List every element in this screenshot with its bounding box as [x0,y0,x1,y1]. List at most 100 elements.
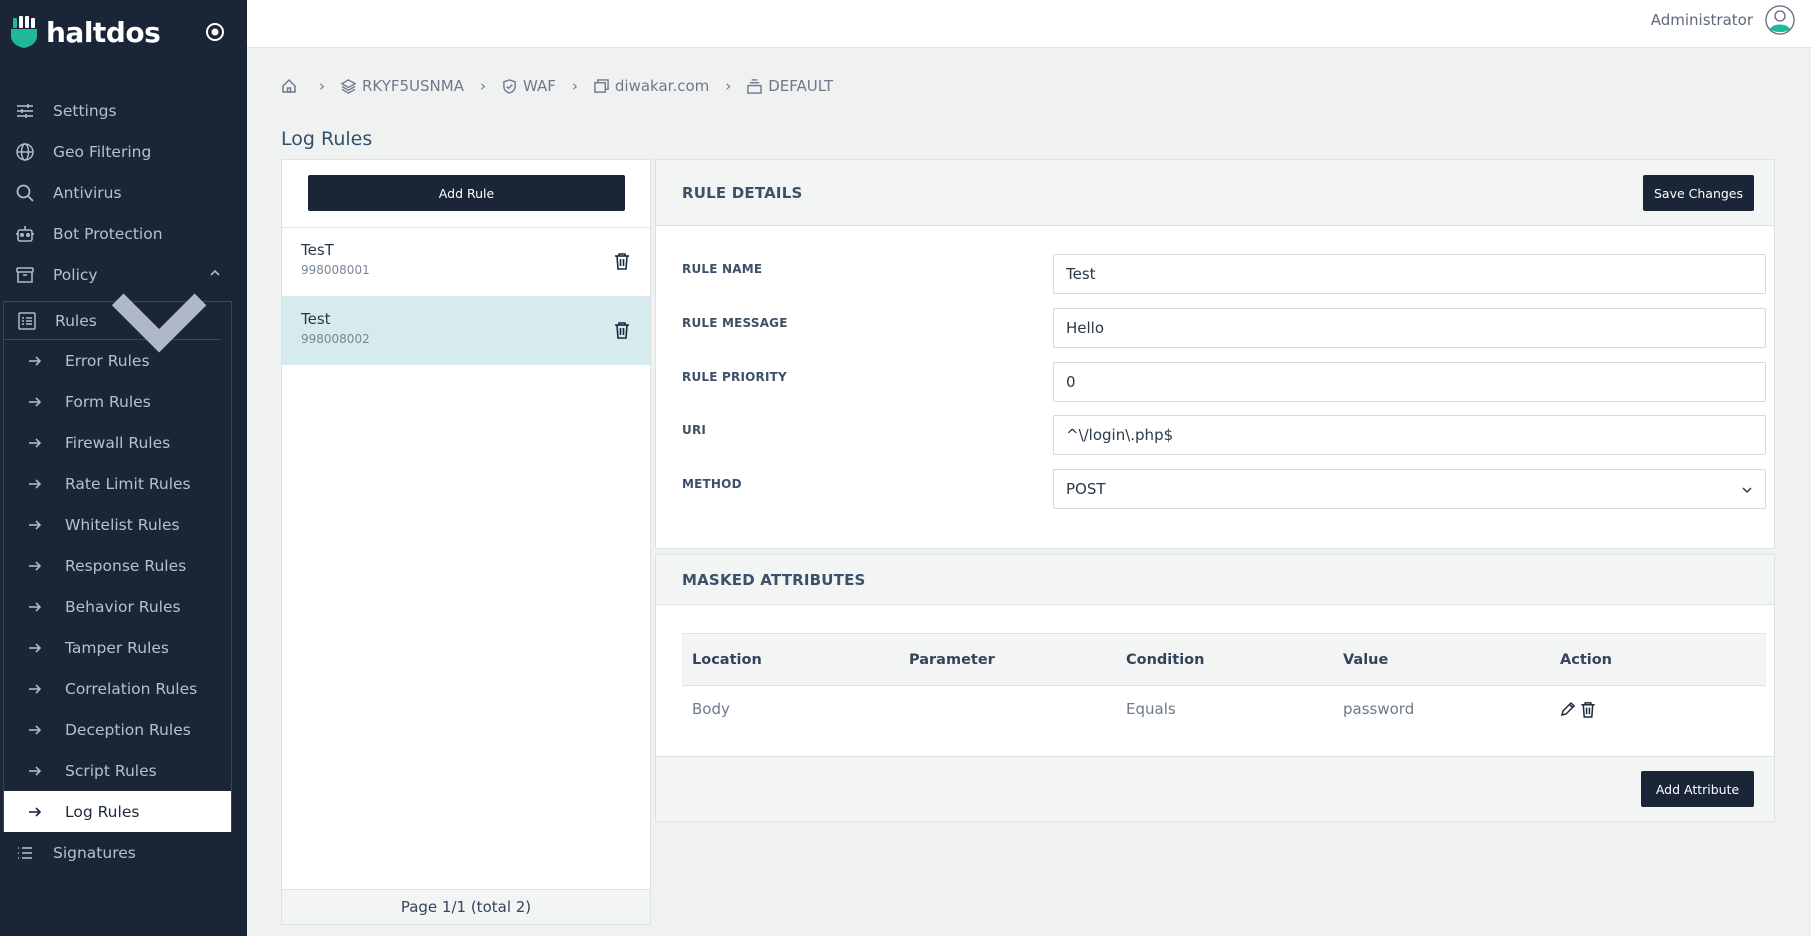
breadcrumb-separator: › [479,77,486,95]
trash-icon[interactable] [614,321,630,339]
rule-list-panel: Add Rule TesT 998008001 Test 998008002 P… [281,159,651,925]
sidebar-item-label: Rate Limit Rules [65,474,191,493]
sidebar-item-geo-filtering[interactable]: Geo Filtering [0,131,247,172]
sidebar-item-label: Deception Rules [65,720,191,739]
save-changes-button[interactable]: Save Changes [1643,175,1754,211]
edit-icon[interactable] [1560,701,1576,717]
breadcrumb-domain[interactable]: diwakar.com [594,77,709,95]
arrow-right-icon [29,437,42,448]
search-icon [15,183,35,203]
sidebar-item-response-rules[interactable]: Response Rules [4,545,231,586]
sidebar-item-label: Bot Protection [53,224,163,243]
breadcrumb-separator: › [725,77,732,95]
rule-name: Test [301,310,331,328]
sidebar-item-label: Firewall Rules [65,433,171,452]
breadcrumb: › RKYF5USNMA › WAF › diwakar.com › DEFAU… [281,77,833,95]
sidebar-item-label: Tamper Rules [65,638,169,657]
sidebar-item-bot-protection[interactable]: Bot Protection [0,213,247,254]
add-attribute-button[interactable]: Add Attribute [1641,771,1754,807]
rule-priority-field[interactable] [1053,362,1766,402]
target-icon[interactable] [204,21,226,43]
sidebar-item-label: Behavior Rules [65,597,181,616]
uri-label: URI [682,423,707,437]
chevron-down-icon [1742,487,1752,494]
arrow-right-icon [29,560,42,571]
sidebar-item-rules[interactable]: Rules [4,293,221,353]
masked-attributes-title: MASKED ATTRIBUTES [682,571,866,589]
rule-name-field[interactable] [1053,254,1766,294]
cell-condition: Equals [1126,700,1176,718]
sidebar-item-rate-limit-rules[interactable]: Rate Limit Rules [4,463,231,504]
method-select[interactable]: POST [1053,469,1766,509]
page-title: Log Rules [281,128,373,150]
arrow-right-icon [29,765,42,776]
sidebar-item-log-rules[interactable]: Log Rules [4,791,231,832]
arrow-right-icon [29,478,42,489]
sidebar-item-antivirus[interactable]: Antivirus [0,172,247,213]
column-header: Parameter [899,633,1116,686]
sidebar-item-behavior-rules[interactable]: Behavior Rules [4,586,231,627]
sidebar-item-label: Response Rules [65,556,187,575]
rule-message-row: RULE MESSAGE [682,308,1766,348]
sidebar-item-settings[interactable]: Settings [0,90,247,131]
sidebar-item-label: Signatures [53,843,136,862]
add-rule-button[interactable]: Add Rule [308,175,625,211]
method-label: METHOD [682,477,742,491]
sidebar-item-form-rules[interactable]: Form Rules [4,381,231,422]
pagination: Page 1/1 (total 2) [282,889,650,924]
sidebar-item-whitelist-rules[interactable]: Whitelist Rules [4,504,231,545]
breadcrumb-label: RKYF5USNMA [362,77,464,95]
sidebar-item-label: Form Rules [65,392,151,411]
sidebar-item-tamper-rules[interactable]: Tamper Rules [4,627,231,668]
robot-icon [15,224,35,244]
sidebar-item-signatures[interactable]: Signatures [0,832,247,873]
user-name: Administrator [1650,11,1753,29]
brand-logo[interactable]: haltdos [10,14,161,50]
arrow-right-icon [29,683,42,694]
trash-icon[interactable] [1580,701,1596,718]
breadcrumb-waf[interactable]: WAF [502,77,556,95]
cell-value: password [1343,700,1415,718]
sidebar-item-label: Policy [53,265,98,284]
shield-icon [503,78,516,94]
breadcrumb-label: DEFAULT [768,77,834,95]
rule-type-list: Error Rules Form Rules Firewall Rules Rate … [4,340,231,832]
rule-priority-label: RULE PRIORITY [682,370,787,384]
rule-list-item-selected[interactable]: Test 998008002 [282,296,650,365]
sidebar-nav: Settings Geo Filtering Antivirus Bot Pro… [0,90,247,873]
brand-name: haltdos [46,15,161,49]
column-header: Value [1333,633,1550,686]
uri-field[interactable] [1053,415,1766,455]
rule-message-field[interactable] [1053,308,1766,348]
trash-icon[interactable] [614,252,630,270]
rule-list-item[interactable]: TesT 998008001 [282,227,650,296]
rule-id: 998008002 [301,332,370,346]
breadcrumb-profile[interactable]: DEFAULT [747,77,833,95]
breadcrumb-label: WAF [522,77,556,95]
arrow-right-icon [29,642,42,653]
sidebar-item-firewall-rules[interactable]: Firewall Rules [4,422,231,463]
rule-priority-row: RULE PRIORITY [682,362,1766,402]
rule-name: TesT [301,241,334,259]
user-menu[interactable]: Administrator [1651,5,1795,35]
rule-details-header: RULE DETAILS Save Changes [656,160,1774,226]
archive-icon [15,265,35,285]
arrow-right-icon [29,396,42,407]
sliders-icon [15,101,35,121]
masked-attributes-panel: MASKED ATTRIBUTES Location Parameter Con… [655,554,1775,822]
masked-attributes-header: MASKED ATTRIBUTES [656,555,1774,605]
breadcrumb-separator: › [319,77,325,95]
sidebar-item-deception-rules[interactable]: Deception Rules [4,709,231,750]
table-row: Body Equals password [682,686,1766,733]
window-icon [594,78,609,93]
list-icon [17,311,37,331]
sidebar-item-label: Rules [55,311,97,330]
sidebar-item-script-rules[interactable]: Script Rules [4,750,231,791]
arrow-right-icon [29,355,42,366]
haltdos-logo-icon [11,16,37,48]
breadcrumb-home[interactable] [281,78,303,94]
breadcrumb-account[interactable]: RKYF5USNMA [341,77,464,95]
sidebar-item-label: Geo Filtering [53,142,152,161]
sidebar-item-correlation-rules[interactable]: Correlation Rules [4,668,231,709]
arrow-right-icon [29,601,42,612]
